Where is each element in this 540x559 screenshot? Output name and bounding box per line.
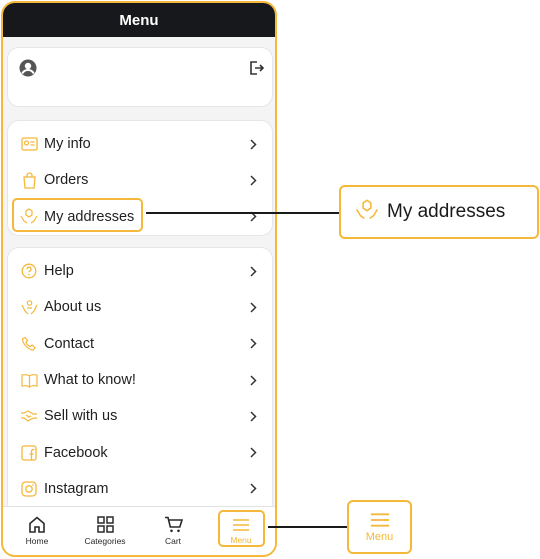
chevron-right-icon (248, 409, 258, 423)
menu-item-contact[interactable]: Contact (8, 326, 272, 362)
menu-item-label: Contact (44, 335, 94, 352)
chevron-right-icon (248, 173, 258, 187)
tab-cart[interactable]: Cart (139, 507, 207, 555)
phone-icon (20, 335, 38, 353)
callout-menu-tab: Menu (347, 500, 412, 554)
menu-item-help[interactable]: Help (8, 253, 272, 289)
menu-item-label: Facebook (44, 444, 108, 461)
cart-icon (164, 516, 183, 536)
callout-my-addresses: My addresses (339, 185, 539, 239)
menu-item-about-us[interactable]: About us (8, 289, 272, 325)
menu-item-my-info[interactable]: My info (8, 126, 272, 162)
callout-label: Menu (365, 530, 394, 543)
phone-frame: Menu My info Orders My addresses Help Ab… (1, 1, 277, 557)
tab-label: Cart (164, 536, 182, 546)
bottom-tab-bar: Home Categories Cart Menu (3, 506, 275, 555)
book-icon (20, 371, 38, 389)
tab-categories[interactable]: Categories (71, 507, 139, 555)
user-icon[interactable] (19, 59, 37, 77)
hands-box-icon (355, 198, 379, 226)
page-title: Menu (119, 11, 159, 29)
menu-item-label: Sell with us (44, 408, 118, 425)
chevron-right-icon (248, 137, 258, 151)
tab-label: Categories (84, 536, 126, 546)
tab-label: Home (25, 536, 49, 546)
menu-item-label: Help (44, 263, 74, 280)
shopping-bag-icon (20, 171, 38, 189)
chevron-right-icon (248, 264, 258, 278)
account-section: My info Orders My addresses (7, 120, 273, 236)
home-icon (28, 516, 46, 536)
menu-item-facebook[interactable]: Facebook (8, 434, 272, 470)
hamburger-icon (369, 512, 391, 531)
callout-connector (146, 212, 339, 214)
chevron-right-icon (248, 300, 258, 314)
highlight-box (12, 197, 143, 232)
logout-icon[interactable] (248, 60, 264, 76)
menu-item-sell-with-us[interactable]: Sell with us (8, 398, 272, 434)
handshake-icon (20, 407, 38, 425)
grid-icon (96, 516, 114, 536)
menu-item-label: Orders (44, 172, 89, 189)
menu-item-label: My info (44, 136, 91, 153)
menu-item-label: About us (44, 299, 102, 316)
top-bar: Menu (3, 3, 275, 37)
menu-item-my-addresses[interactable]: My addresses (8, 197, 272, 235)
tab-menu[interactable]: Menu (207, 507, 275, 555)
callout-connector (268, 526, 347, 528)
callout-label: My addresses (387, 201, 506, 222)
instagram-icon (20, 480, 38, 498)
id-card-icon (20, 135, 38, 153)
menu-item-orders[interactable]: Orders (8, 162, 272, 198)
tab-home[interactable]: Home (3, 507, 71, 555)
chevron-right-icon (248, 482, 258, 496)
menu-item-what-to-know[interactable]: What to know! (8, 362, 272, 398)
info-section: Help About us Contact What to know! Sell… (7, 247, 273, 515)
menu-item-label: What to know! (44, 372, 136, 389)
help-circle-icon (20, 262, 38, 280)
chevron-right-icon (248, 337, 258, 351)
menu-item-label: Instagram (44, 480, 109, 497)
highlight-box (218, 510, 265, 547)
chevron-right-icon (248, 373, 258, 387)
facebook-icon (20, 444, 38, 462)
profile-card (7, 47, 273, 107)
menu-item-instagram[interactable]: Instagram (8, 471, 272, 507)
chevron-right-icon (248, 446, 258, 460)
about-us-icon (20, 298, 38, 316)
